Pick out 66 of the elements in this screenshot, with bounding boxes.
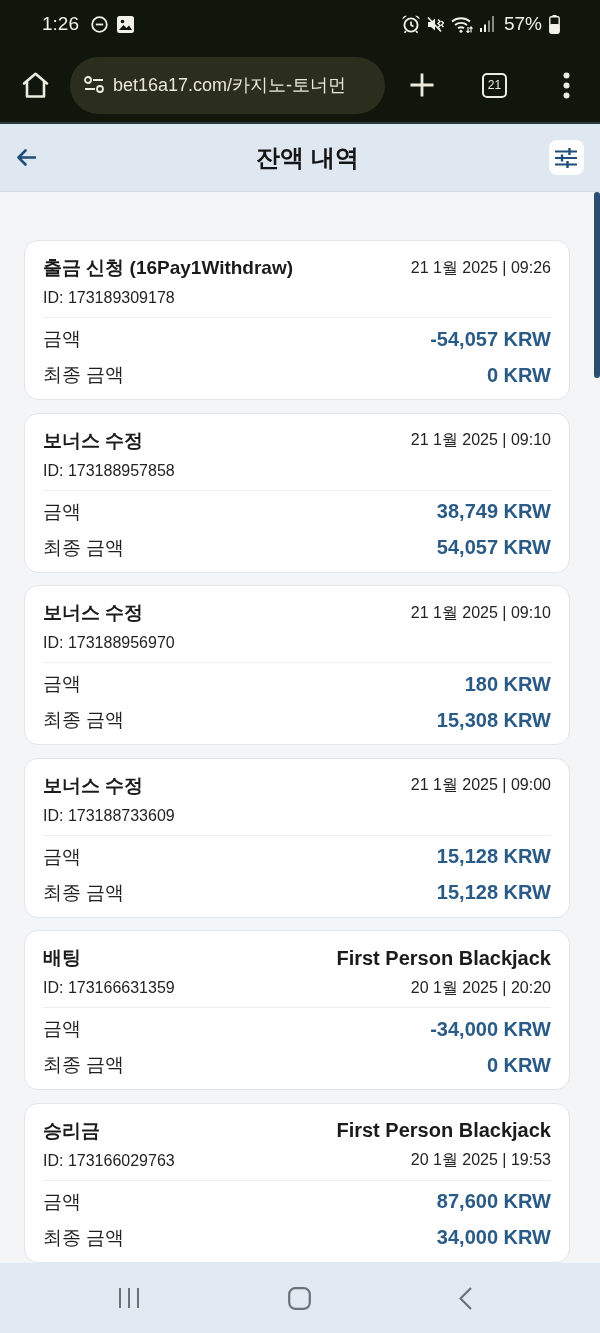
transaction-date: 21 1월 2025 | 09:10 — [410, 602, 551, 623]
transaction-type: 배팅 — [43, 946, 81, 970]
site-settings-icon — [84, 76, 104, 94]
amount-value: 0 KRW — [486, 1053, 551, 1077]
filter-button[interactable] — [549, 140, 584, 175]
amount-value: -34,000 KRW — [430, 1017, 551, 1041]
new-tab-plus-icon[interactable] — [410, 73, 434, 97]
transaction-type: 보너스 수정 — [43, 601, 144, 625]
transaction-id: ID: 173188733609 — [43, 806, 175, 825]
transaction-id: ID: 173166631359 — [43, 979, 175, 997]
recent-apps-icon[interactable] — [118, 1287, 140, 1309]
transaction-date: 20 1월 2025 | 19:53 — [410, 1150, 551, 1170]
amount-label: 금액 — [43, 499, 81, 524]
transaction-id: ID: 173188956970 — [43, 634, 175, 652]
transaction-id: ID: 173188957858 — [43, 461, 175, 480]
battery-percent: 57% — [503, 13, 542, 35]
transaction-type: 보너스 수정 — [43, 773, 144, 798]
transaction-id: ID: 173189309178 — [43, 289, 175, 307]
amount-value: 54,057 KRW — [436, 536, 551, 559]
battery-icon — [549, 14, 560, 34]
amount-label: 최종 금액 — [43, 1053, 125, 1077]
amount-value: 180 KRW — [464, 672, 551, 696]
amount-label: 최종 금액 — [43, 363, 125, 387]
transaction-type: 승리금 — [43, 1118, 100, 1143]
amount-value: 0 KRW — [486, 363, 551, 387]
transaction-date: 20 1월 2025 | 20:20 — [410, 977, 551, 998]
amount-label: 금액 — [43, 844, 81, 869]
amount-label: 금액 — [43, 327, 81, 351]
amount-value: 15,308 KRW — [436, 708, 551, 732]
amount-label: 최종 금액 — [43, 535, 125, 560]
image-icon — [117, 15, 134, 33]
status-time: 1:26 — [42, 13, 79, 35]
amount-label: 최종 금액 — [43, 880, 125, 905]
alarm-icon — [401, 15, 420, 33]
transaction-type: 출금 신청 (16Pay1Withdraw) — [43, 256, 294, 280]
do-not-disturb-icon — [91, 15, 108, 33]
wifi-icon — [450, 15, 473, 33]
back-arrow-icon[interactable] — [17, 149, 36, 166]
amount-value: 38,749 KRW — [436, 500, 551, 523]
transaction-date: 21 1월 2025 | 09:00 — [410, 775, 551, 795]
amount-label: 최종 금액 — [43, 708, 125, 732]
scrollbar-thumb[interactable] — [594, 192, 600, 378]
tab-count-button[interactable]: 21 — [482, 72, 507, 98]
more-options-icon[interactable] — [563, 71, 570, 99]
amount-value: 34,000 KRW — [436, 1226, 551, 1249]
amount-value: 15,128 KRW — [436, 845, 551, 868]
game-name: First Person Blackjack — [336, 946, 551, 970]
back-icon[interactable] — [459, 1286, 472, 1310]
page-title: 잔액 내역 — [256, 142, 359, 173]
mute-icon — [426, 15, 444, 33]
amount-label: 최종 금액 — [43, 1225, 125, 1250]
transaction-date: 21 1월 2025 | 09:10 — [410, 430, 551, 450]
url-text: bet16a17.com/카지노-토너먼 — [113, 74, 347, 97]
transaction-id: ID: 173166029763 — [43, 1151, 175, 1170]
amount-label: 금액 — [43, 1017, 81, 1041]
transaction-type: 보너스 수정 — [43, 428, 144, 453]
sliders-icon — [555, 147, 578, 168]
amount-value: 87,600 KRW — [436, 1190, 551, 1213]
amount-label: 금액 — [43, 672, 81, 696]
address-bar[interactable]: bet16a17.com/카지노-토너먼 — [70, 56, 385, 114]
game-name: First Person Blackjack — [336, 1119, 551, 1142]
amount-value: -54,057 KRW — [430, 327, 551, 351]
transaction-date: 21 1월 2025 | 09:26 — [410, 257, 551, 278]
signal-icon — [479, 16, 494, 32]
amount-value: 15,128 KRW — [436, 881, 551, 904]
amount-label: 금액 — [43, 1189, 81, 1214]
